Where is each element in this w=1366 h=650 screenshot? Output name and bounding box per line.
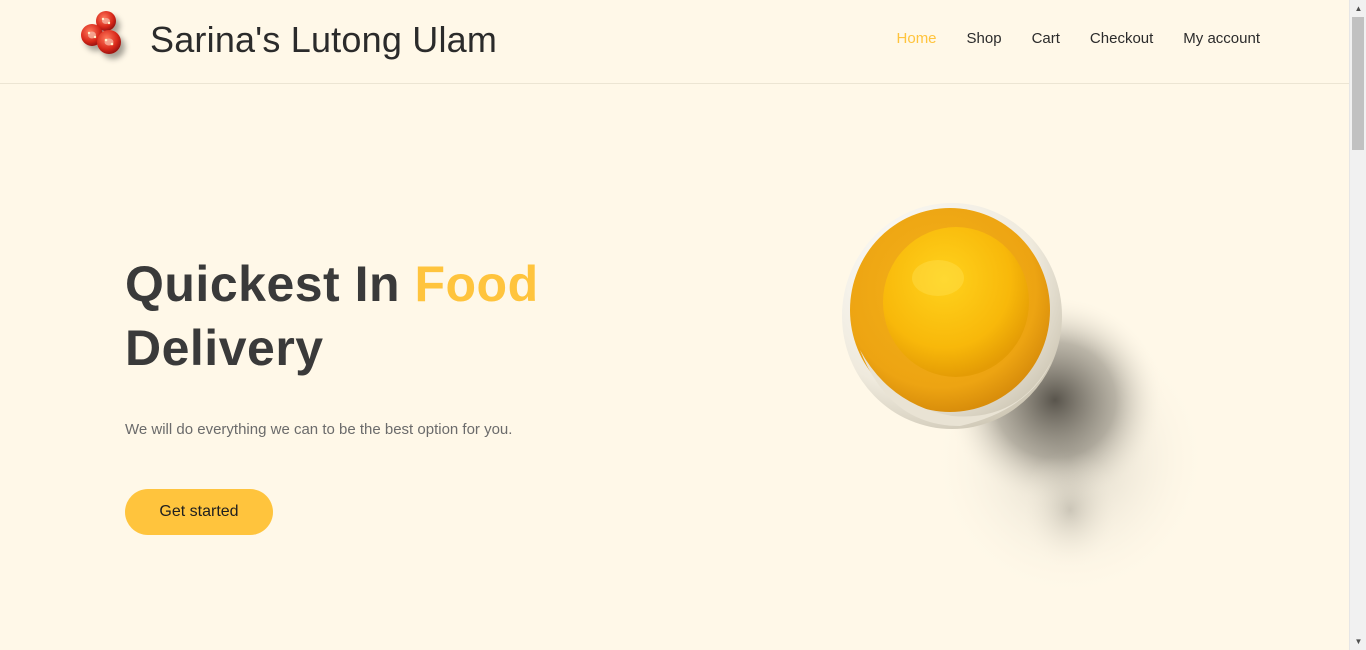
tomato-logo-icon[interactable] <box>76 9 134 67</box>
hero-title-part2: Delivery <box>125 320 324 376</box>
nav-shop[interactable]: Shop <box>967 30 1002 47</box>
nav-home[interactable]: Home <box>897 30 937 47</box>
nav-my-account[interactable]: My account <box>1183 30 1260 47</box>
main-nav: Home Shop Cart Checkout My account <box>897 30 1260 47</box>
page: Sarina's Lutong Ulam Home Shop Cart Chec… <box>0 0 1349 650</box>
scroll-down-arrow-icon[interactable]: ▼ <box>1350 633 1366 650</box>
egg-yolk-image <box>820 190 1240 600</box>
hero-title-accent: Food <box>414 256 539 312</box>
scroll-thumb[interactable] <box>1352 17 1364 150</box>
page-scrollbar[interactable]: ▲ ▼ <box>1349 0 1366 650</box>
scroll-up-arrow-icon[interactable]: ▲ <box>1350 0 1366 17</box>
nav-checkout[interactable]: Checkout <box>1090 30 1153 47</box>
get-started-button[interactable]: Get started <box>125 489 273 535</box>
hero-title: Quickest In Food Delivery <box>125 252 539 380</box>
site-title[interactable]: Sarina's Lutong Ulam <box>150 19 497 61</box>
hero-title-part1: Quickest In <box>125 256 415 312</box>
hero-subtitle: We will do everything we can to be the b… <box>125 421 513 438</box>
nav-cart[interactable]: Cart <box>1032 30 1060 47</box>
site-header: Sarina's Lutong Ulam Home Shop Cart Chec… <box>0 0 1349 84</box>
